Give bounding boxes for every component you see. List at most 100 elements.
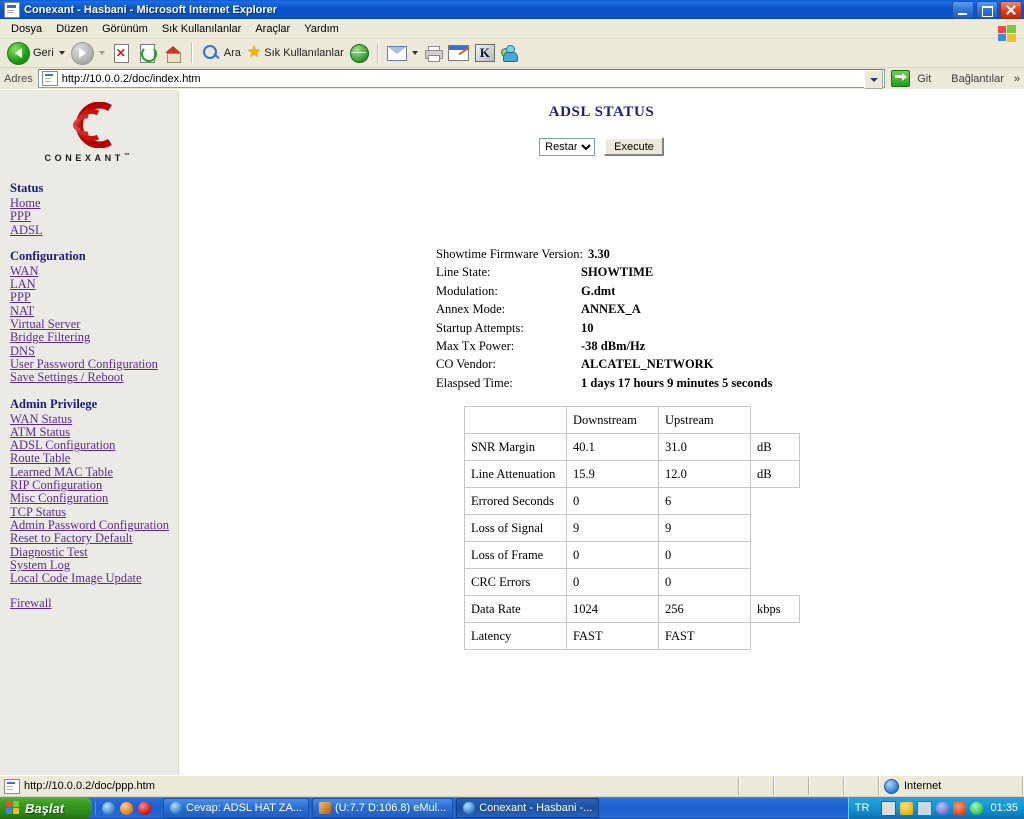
- ie-icon: [463, 802, 476, 814]
- address-dropdown-button[interactable]: [864, 70, 884, 89]
- system-tray: TR 01:35: [847, 797, 1024, 819]
- security-zone-pane[interactable]: Internet: [880, 777, 1024, 795]
- sidebar-item-admin-password-configuration[interactable]: Admin Password Configuration: [10, 518, 178, 532]
- quick-launch-firefox-icon[interactable]: [120, 801, 133, 815]
- sidebar-item-atm-status[interactable]: ATM Status: [10, 425, 178, 439]
- table-row: Line Attenuation 15.9 12.0 dB: [464, 460, 800, 488]
- stop-button[interactable]: ✕: [108, 41, 134, 65]
- cell-unit: [750, 541, 800, 569]
- forward-chevron-down-icon[interactable]: [98, 51, 105, 55]
- tray-power-icon[interactable]: [970, 801, 984, 815]
- cell-downstream: 15.9: [566, 460, 659, 488]
- cell-unit: [750, 487, 800, 515]
- info-key: Max Tx Power:: [436, 339, 515, 354]
- refresh-button[interactable]: [134, 41, 160, 65]
- forward-button[interactable]: [68, 41, 108, 65]
- mail-button[interactable]: [384, 41, 421, 65]
- sidebar-item-local-code-image-update[interactable]: Local Code Image Update: [10, 571, 178, 585]
- sidebar-item-misc-configuration[interactable]: Misc Configuration: [10, 492, 178, 506]
- sidebar-item-adsl-status[interactable]: ADSL: [10, 223, 178, 237]
- cell-label: Errored Seconds: [464, 487, 567, 515]
- minimize-button[interactable]: [952, 1, 974, 19]
- windows-flag-logo: [994, 21, 1020, 47]
- action-select[interactable]: Restart: [539, 137, 596, 156]
- home-button[interactable]: [160, 41, 186, 65]
- back-button[interactable]: Geri: [4, 41, 68, 65]
- sidebar-item-rip-configuration[interactable]: RIP Configuration: [10, 478, 178, 492]
- go-button[interactable]: Git: [885, 70, 941, 87]
- info-row-line-state: Line State: SHOWTIME: [436, 263, 772, 281]
- tray-monitor-icon[interactable]: [881, 800, 897, 816]
- tray-update-icon[interactable]: [936, 801, 950, 815]
- cell-upstream: 0: [658, 568, 751, 596]
- taskbar-button-label: Conexant - Hasbani -...: [479, 802, 593, 814]
- go-arrow-icon: [891, 70, 911, 87]
- tray-network-icon[interactable]: [917, 800, 933, 816]
- sidebar-item-nat[interactable]: NAT: [10, 304, 178, 318]
- chevron-down-icon[interactable]: [58, 51, 65, 55]
- menu-item-araclar[interactable]: Araçlar: [248, 21, 297, 37]
- sidebar-item-user-password-configuration[interactable]: User Password Configuration: [10, 357, 178, 371]
- menu-item-dosya[interactable]: Dosya: [4, 21, 49, 37]
- sidebar-item-home[interactable]: Home: [10, 196, 178, 210]
- mail-chevron-down-icon[interactable]: [411, 51, 418, 55]
- tray-shield-icon[interactable]: [900, 801, 914, 815]
- browser-window: Conexant - Hasbani - Microsoft Internet …: [0, 0, 1024, 797]
- tray-volume-icon[interactable]: [953, 801, 967, 815]
- sidebar-item-save-settings-reboot[interactable]: Save Settings / Reboot: [10, 370, 178, 384]
- media-button[interactable]: [347, 41, 372, 65]
- info-value: ALCATEL_NETWORK: [581, 357, 714, 372]
- menu-item-gorunum[interactable]: Görünüm: [95, 21, 155, 37]
- sidebar-item-virtual-server[interactable]: Virtual Server: [10, 317, 178, 331]
- sidebar-item-tcp-status[interactable]: TCP Status: [10, 505, 178, 519]
- sidebar-item-reset-to-factory-default[interactable]: Reset to Factory Default: [10, 531, 178, 545]
- menu-item-duzen[interactable]: Düzen: [49, 21, 95, 37]
- links-button[interactable]: Bağlantılar: [941, 73, 1014, 85]
- taskbar-button[interactable]: Cevap: ADSL HAT ZA...: [163, 798, 309, 818]
- sidebar-item-adsl-configuration[interactable]: ADSL Configuration: [10, 438, 178, 452]
- quick-launch-opera-icon[interactable]: [138, 801, 151, 815]
- taskbar-button-active[interactable]: Conexant - Hasbani -...: [456, 798, 600, 818]
- security-zone-label: Internet: [904, 780, 942, 792]
- links-overflow-chevron-icon[interactable]: »: [1014, 73, 1024, 85]
- sidebar-item-route-table[interactable]: Route Table: [10, 452, 178, 466]
- sidebar-item-wan-status[interactable]: WAN Status: [10, 412, 178, 426]
- info-value: 10: [581, 320, 594, 335]
- maximize-button[interactable]: [976, 1, 998, 19]
- menu-item-sik-kullanilanlar[interactable]: Sık Kullanılanlar: [155, 21, 249, 37]
- messenger-button[interactable]: [498, 41, 522, 65]
- sidebar-item-bridge-filtering[interactable]: Bridge Filtering: [10, 331, 178, 345]
- k-toolbar-button[interactable]: K: [472, 41, 498, 65]
- cell-downstream: 40.1: [566, 433, 659, 461]
- windows-flag-icon: [6, 800, 21, 816]
- sidebar-item-diagnostic-test[interactable]: Diagnostic Test: [10, 545, 178, 559]
- menu-item-yardim[interactable]: Yardım: [297, 21, 346, 37]
- info-row-modulation: Modulation: G.dmt: [436, 282, 772, 300]
- start-button[interactable]: Başlat: [0, 797, 92, 819]
- close-button[interactable]: [1000, 1, 1022, 19]
- toolbar-separator-2: [376, 43, 379, 63]
- sidebar-item-firewall[interactable]: Firewall: [10, 597, 178, 611]
- language-indicator[interactable]: TR: [855, 802, 870, 814]
- favorites-button[interactable]: ★ Sık Kullanılanlar: [244, 41, 347, 65]
- taskbar-button[interactable]: (U:7.7 D:106.8) eMul...: [311, 798, 454, 818]
- sidebar-item-system-log[interactable]: System Log: [10, 558, 178, 572]
- sidebar-item-lan[interactable]: LAN: [10, 277, 178, 291]
- sidebar-item-ppp-status[interactable]: PPP: [10, 209, 178, 223]
- sidebar-item-ppp[interactable]: PPP: [10, 291, 178, 305]
- adsl-stats-table: Downstream Upstream SNR Margin 40.1 31.0…: [464, 406, 800, 650]
- sidebar-item-wan[interactable]: WAN: [10, 264, 178, 278]
- address-input[interactable]: http://10.0.0.2/doc/index.htm: [37, 69, 886, 89]
- taskbar-clock[interactable]: 01:35: [990, 802, 1018, 814]
- execute-button[interactable]: Execute: [604, 137, 664, 156]
- quick-launch-ie-icon[interactable]: [102, 801, 115, 815]
- info-row-elapsed-time: Elaspsed Time: 1 days 17 hours 9 minutes…: [436, 374, 772, 392]
- edit-button[interactable]: [445, 41, 472, 65]
- sidebar-item-dns[interactable]: DNS: [10, 344, 178, 358]
- status-link-pane: http://10.0.0.2/doc/ppp.htm: [0, 777, 740, 795]
- search-button[interactable]: Ara: [198, 41, 244, 65]
- info-value: 1 days 17 hours 9 minutes 5 seconds: [581, 375, 773, 390]
- sidebar-item-learned-mac-table[interactable]: Learned MAC Table: [10, 465, 178, 479]
- print-button[interactable]: [421, 41, 445, 65]
- info-key: Showtime Firmware Version:: [436, 247, 583, 261]
